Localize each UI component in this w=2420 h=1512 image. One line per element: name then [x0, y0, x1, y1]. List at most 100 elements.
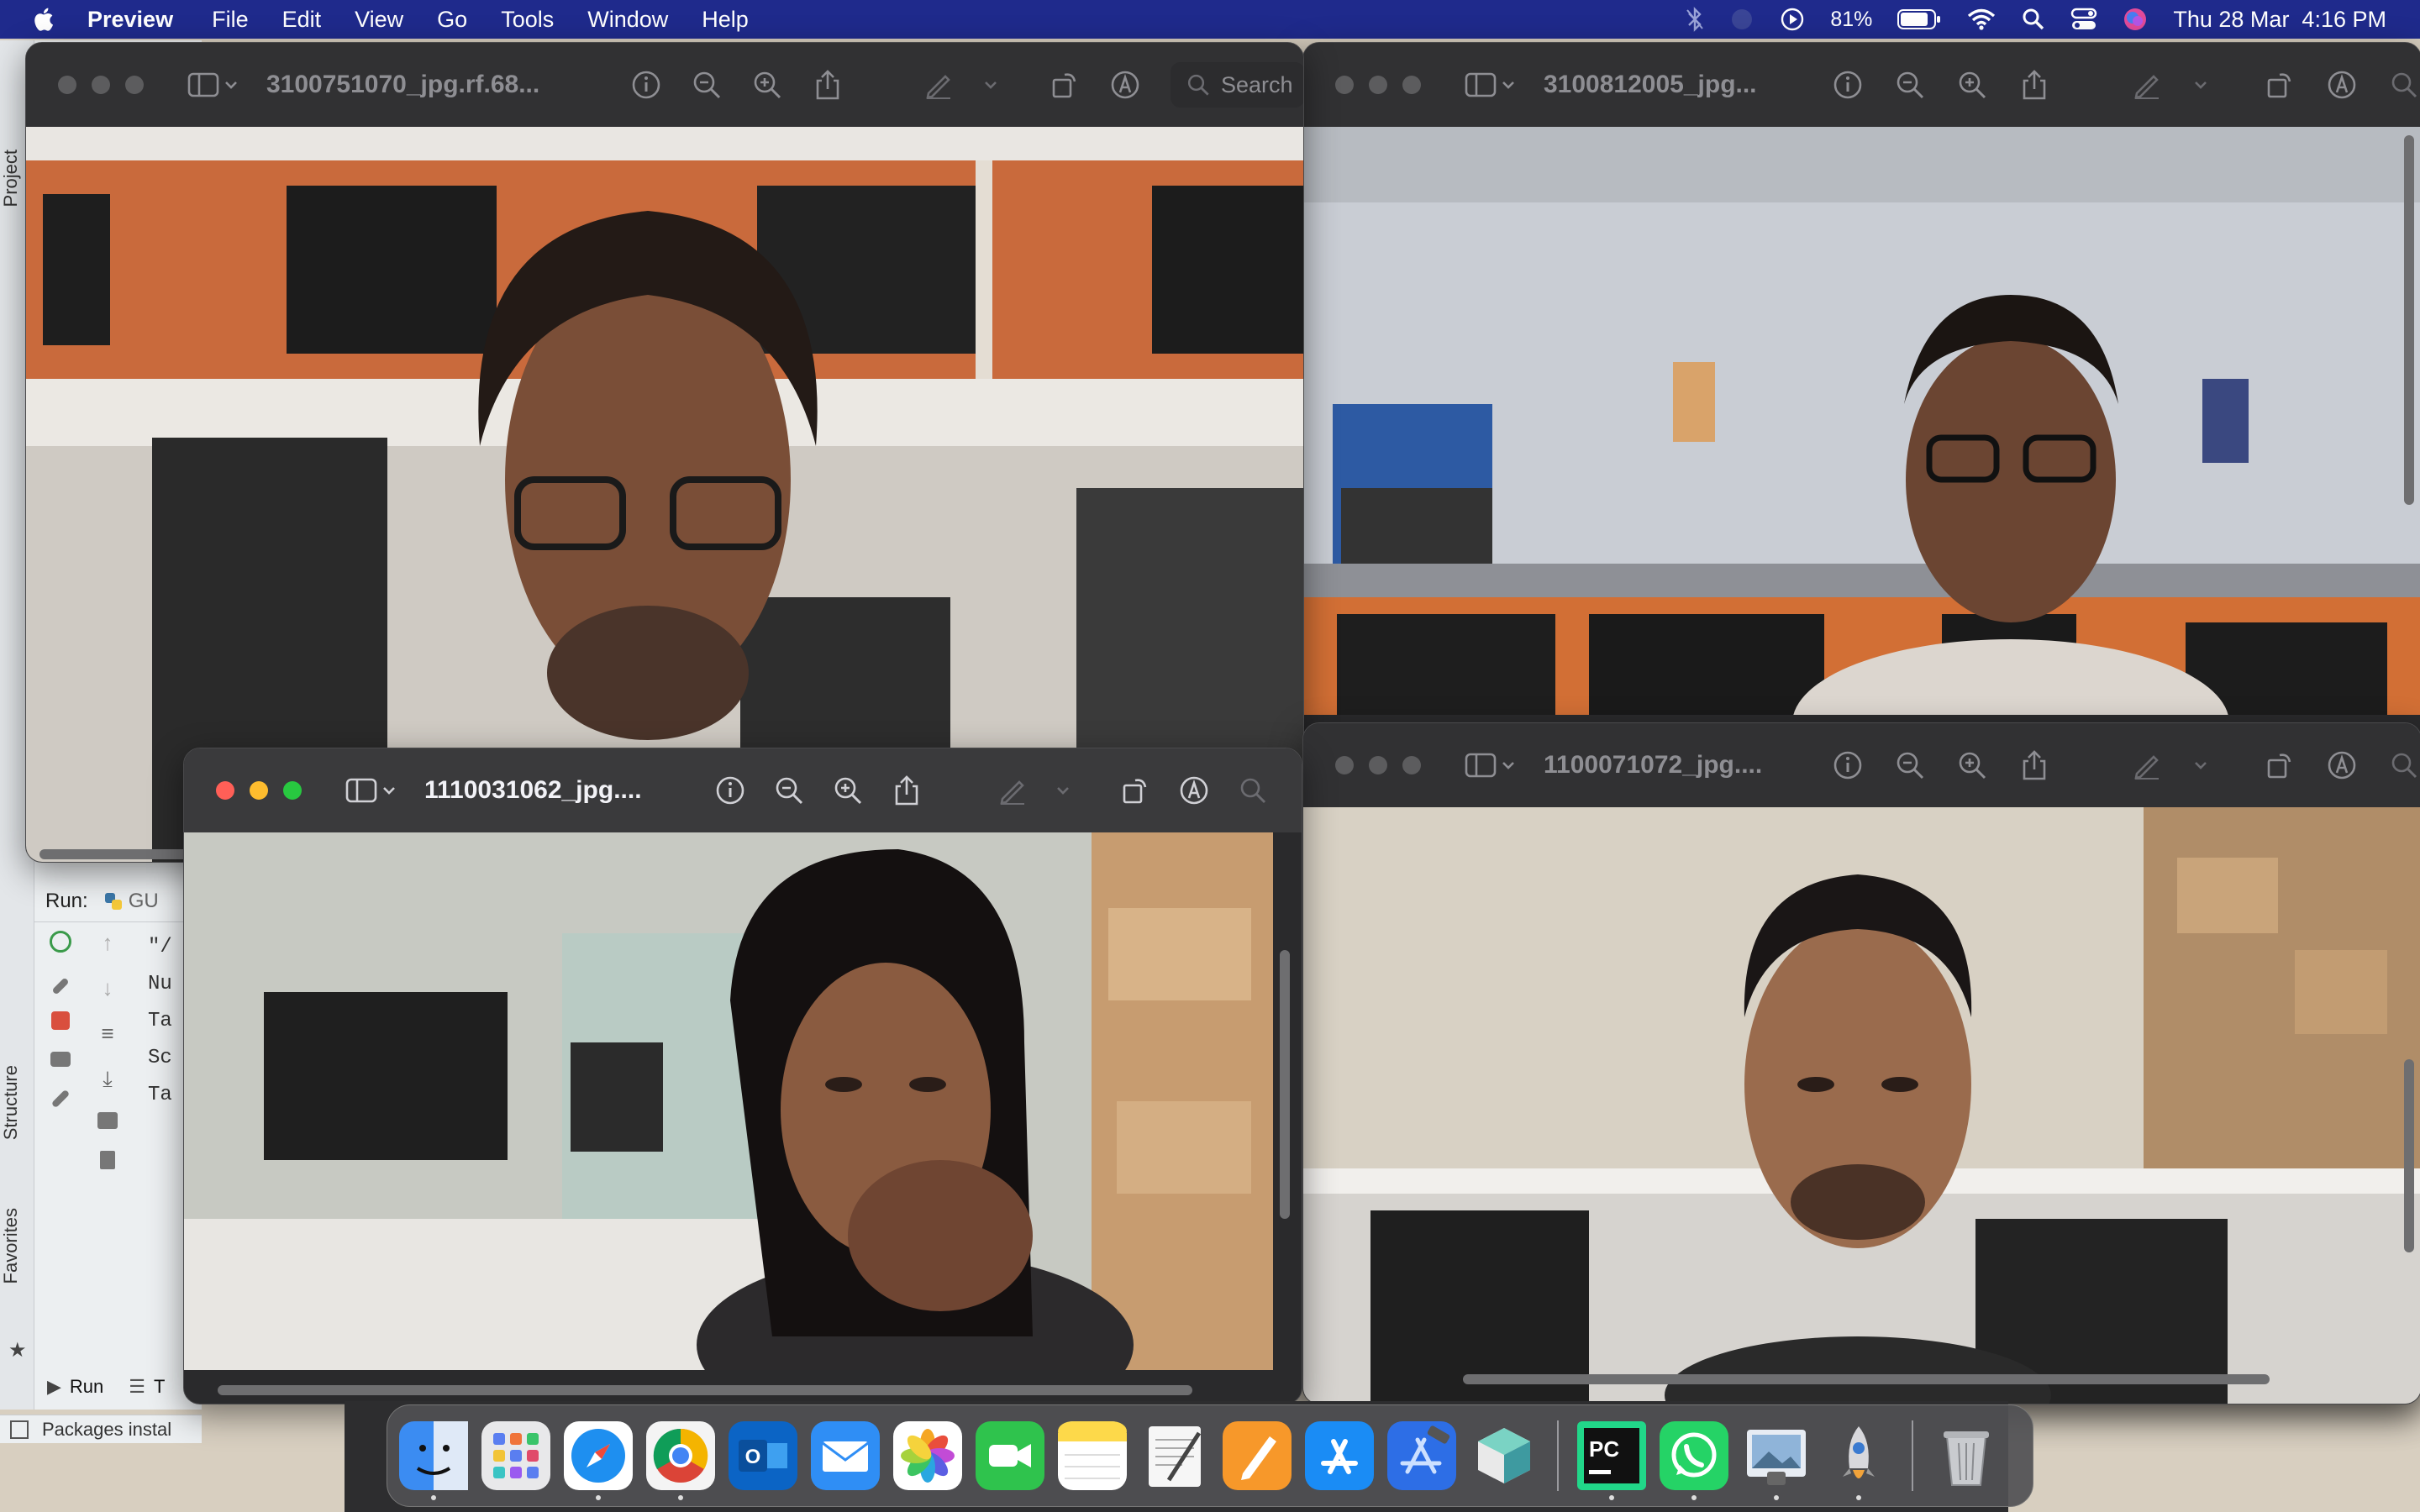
- markup-pen-icon[interactable]: [2132, 70, 2162, 100]
- rerun-icon[interactable]: [50, 931, 71, 953]
- preview-window-top-left[interactable]: 3100751070_jpg.rf.68... Search: [25, 42, 1304, 863]
- screen-recording-icon[interactable]: [1780, 7, 1805, 32]
- zoom-button[interactable]: [1402, 76, 1421, 94]
- dock-pycharm-icon[interactable]: PC: [1577, 1421, 1646, 1500]
- sidebar-toggle-button[interactable]: [1465, 753, 1515, 778]
- scroll-up-icon[interactable]: ↑: [103, 931, 113, 954]
- menu-tools[interactable]: Tools: [501, 7, 554, 33]
- horizontal-scrollbar[interactable]: [218, 1385, 1192, 1395]
- zoom-button[interactable]: [1402, 756, 1421, 774]
- close-button[interactable]: [1335, 756, 1354, 774]
- close-button[interactable]: [216, 781, 234, 800]
- vertical-scrollbar[interactable]: [2404, 135, 2414, 505]
- rotate-icon[interactable]: [2265, 750, 2295, 780]
- photo-canvas[interactable]: [184, 832, 1273, 1370]
- menu-window[interactable]: Window: [587, 7, 668, 33]
- wifi-icon[interactable]: [1966, 8, 1996, 31]
- markup-pen-icon[interactable]: [997, 775, 1028, 806]
- chevron-down-icon[interactable]: [984, 80, 997, 90]
- bluetooth-icon[interactable]: [1686, 7, 1704, 32]
- preview-window-bottom-right[interactable]: 1100071072_jpg....: [1302, 722, 2420, 1404]
- dock-photos-icon[interactable]: [893, 1421, 962, 1490]
- zoom-in-icon[interactable]: [833, 775, 863, 806]
- dock-mail-icon[interactable]: [811, 1421, 880, 1490]
- vertical-scrollbar[interactable]: [1280, 950, 1290, 1219]
- siri-icon[interactable]: [2123, 7, 2148, 32]
- dock-facetime-icon[interactable]: [976, 1421, 1044, 1490]
- zoom-out-icon[interactable]: [1895, 750, 1925, 780]
- run-console-output[interactable]: "/ Nu Ta Sc Ta: [148, 929, 172, 1114]
- spotlight-search-icon[interactable]: [2022, 8, 2045, 31]
- todo-tool-tab[interactable]: T: [154, 1376, 165, 1398]
- search-icon[interactable]: [1238, 775, 1268, 806]
- dock-finder-icon[interactable]: [399, 1421, 468, 1500]
- chevron-down-icon[interactable]: [2194, 80, 2207, 90]
- info-icon[interactable]: [1833, 750, 1863, 780]
- soft-wrap-icon[interactable]: ≡: [101, 1021, 113, 1045]
- dock-pages-icon[interactable]: [1223, 1421, 1292, 1490]
- info-icon[interactable]: [715, 775, 745, 806]
- dock-launchpad-icon[interactable]: [481, 1421, 550, 1490]
- share-icon[interactable]: [2019, 749, 2049, 781]
- annotate-icon[interactable]: [2327, 750, 2357, 780]
- menu-app-name[interactable]: Preview: [87, 7, 173, 33]
- sidebar-toggle-button[interactable]: [1465, 72, 1515, 97]
- menu-edit[interactable]: Edit: [282, 7, 322, 33]
- dock-preview-icon[interactable]: [1742, 1421, 1811, 1500]
- pin-icon[interactable]: [50, 1089, 71, 1109]
- share-icon[interactable]: [813, 69, 843, 101]
- sidebar-toggle-button[interactable]: [345, 778, 396, 803]
- annotate-icon[interactable]: [2327, 70, 2357, 100]
- zoom-in-icon[interactable]: [1957, 750, 1987, 780]
- favorites-tool-tab[interactable]: Favorites: [0, 1208, 34, 1284]
- rotate-icon[interactable]: [1120, 775, 1150, 806]
- annotate-icon[interactable]: [1110, 70, 1140, 100]
- zoom-button[interactable]: [125, 76, 144, 94]
- battery-icon[interactable]: [1897, 8, 1941, 30]
- chevron-down-icon[interactable]: [1056, 785, 1070, 795]
- minimize-button[interactable]: [250, 781, 268, 800]
- focus-moon-icon[interactable]: [1729, 7, 1754, 32]
- dock-safari-icon[interactable]: [564, 1421, 633, 1500]
- zoom-out-icon[interactable]: [692, 70, 722, 100]
- dock-textedit-icon[interactable]: [1140, 1421, 1209, 1490]
- share-icon[interactable]: [892, 774, 922, 806]
- dock-app-store-icon[interactable]: [1305, 1421, 1374, 1490]
- wrench-icon[interactable]: [51, 977, 70, 995]
- dock-cube-app-icon[interactable]: [1470, 1421, 1539, 1490]
- preview-window-bottom-left[interactable]: 1110031062_jpg....: [183, 748, 1302, 1404]
- dock-whatsapp-icon[interactable]: [1660, 1421, 1728, 1500]
- trash-icon[interactable]: [100, 1151, 115, 1169]
- run-config-tab[interactable]: GU: [103, 890, 159, 913]
- zoom-button[interactable]: [283, 781, 302, 800]
- minimize-button[interactable]: [92, 76, 110, 94]
- rotate-icon[interactable]: [2265, 70, 2295, 100]
- sidebar-toggle-button[interactable]: [187, 72, 238, 97]
- run-tool-tab[interactable]: Run: [70, 1376, 103, 1398]
- dock-outlook-icon[interactable]: O: [729, 1421, 797, 1490]
- horizontal-scrollbar[interactable]: [1463, 1374, 2270, 1384]
- dock-trash-icon[interactable]: [1932, 1421, 2001, 1490]
- markup-pen-icon[interactable]: [2132, 750, 2162, 780]
- stop-icon[interactable]: [51, 1011, 70, 1030]
- status-panel-icon[interactable]: [10, 1420, 29, 1439]
- apple-logo-icon[interactable]: [30, 5, 59, 34]
- close-button[interactable]: [58, 76, 76, 94]
- minimize-button[interactable]: [1369, 76, 1387, 94]
- print-icon[interactable]: [97, 1112, 118, 1129]
- zoom-out-icon[interactable]: [1895, 70, 1925, 100]
- rotate-icon[interactable]: [1050, 70, 1080, 100]
- zoom-out-icon[interactable]: [774, 775, 804, 806]
- dock-chrome-icon[interactable]: [646, 1421, 715, 1500]
- minimize-button[interactable]: [1369, 756, 1387, 774]
- info-icon[interactable]: [631, 70, 661, 100]
- control-center-icon[interactable]: [2070, 8, 2097, 31]
- menu-clock[interactable]: Thu 28 Mar 4:16 PM: [2173, 7, 2386, 33]
- dock-rocket-app-icon[interactable]: [1824, 1421, 1893, 1500]
- chevron-down-icon[interactable]: [2194, 760, 2207, 770]
- menu-go[interactable]: Go: [437, 7, 467, 33]
- menu-view[interactable]: View: [355, 7, 403, 33]
- search-icon[interactable]: [2389, 70, 2419, 100]
- scroll-to-end-icon[interactable]: ⤓: [103, 1067, 113, 1090]
- markup-pen-icon[interactable]: [923, 70, 954, 100]
